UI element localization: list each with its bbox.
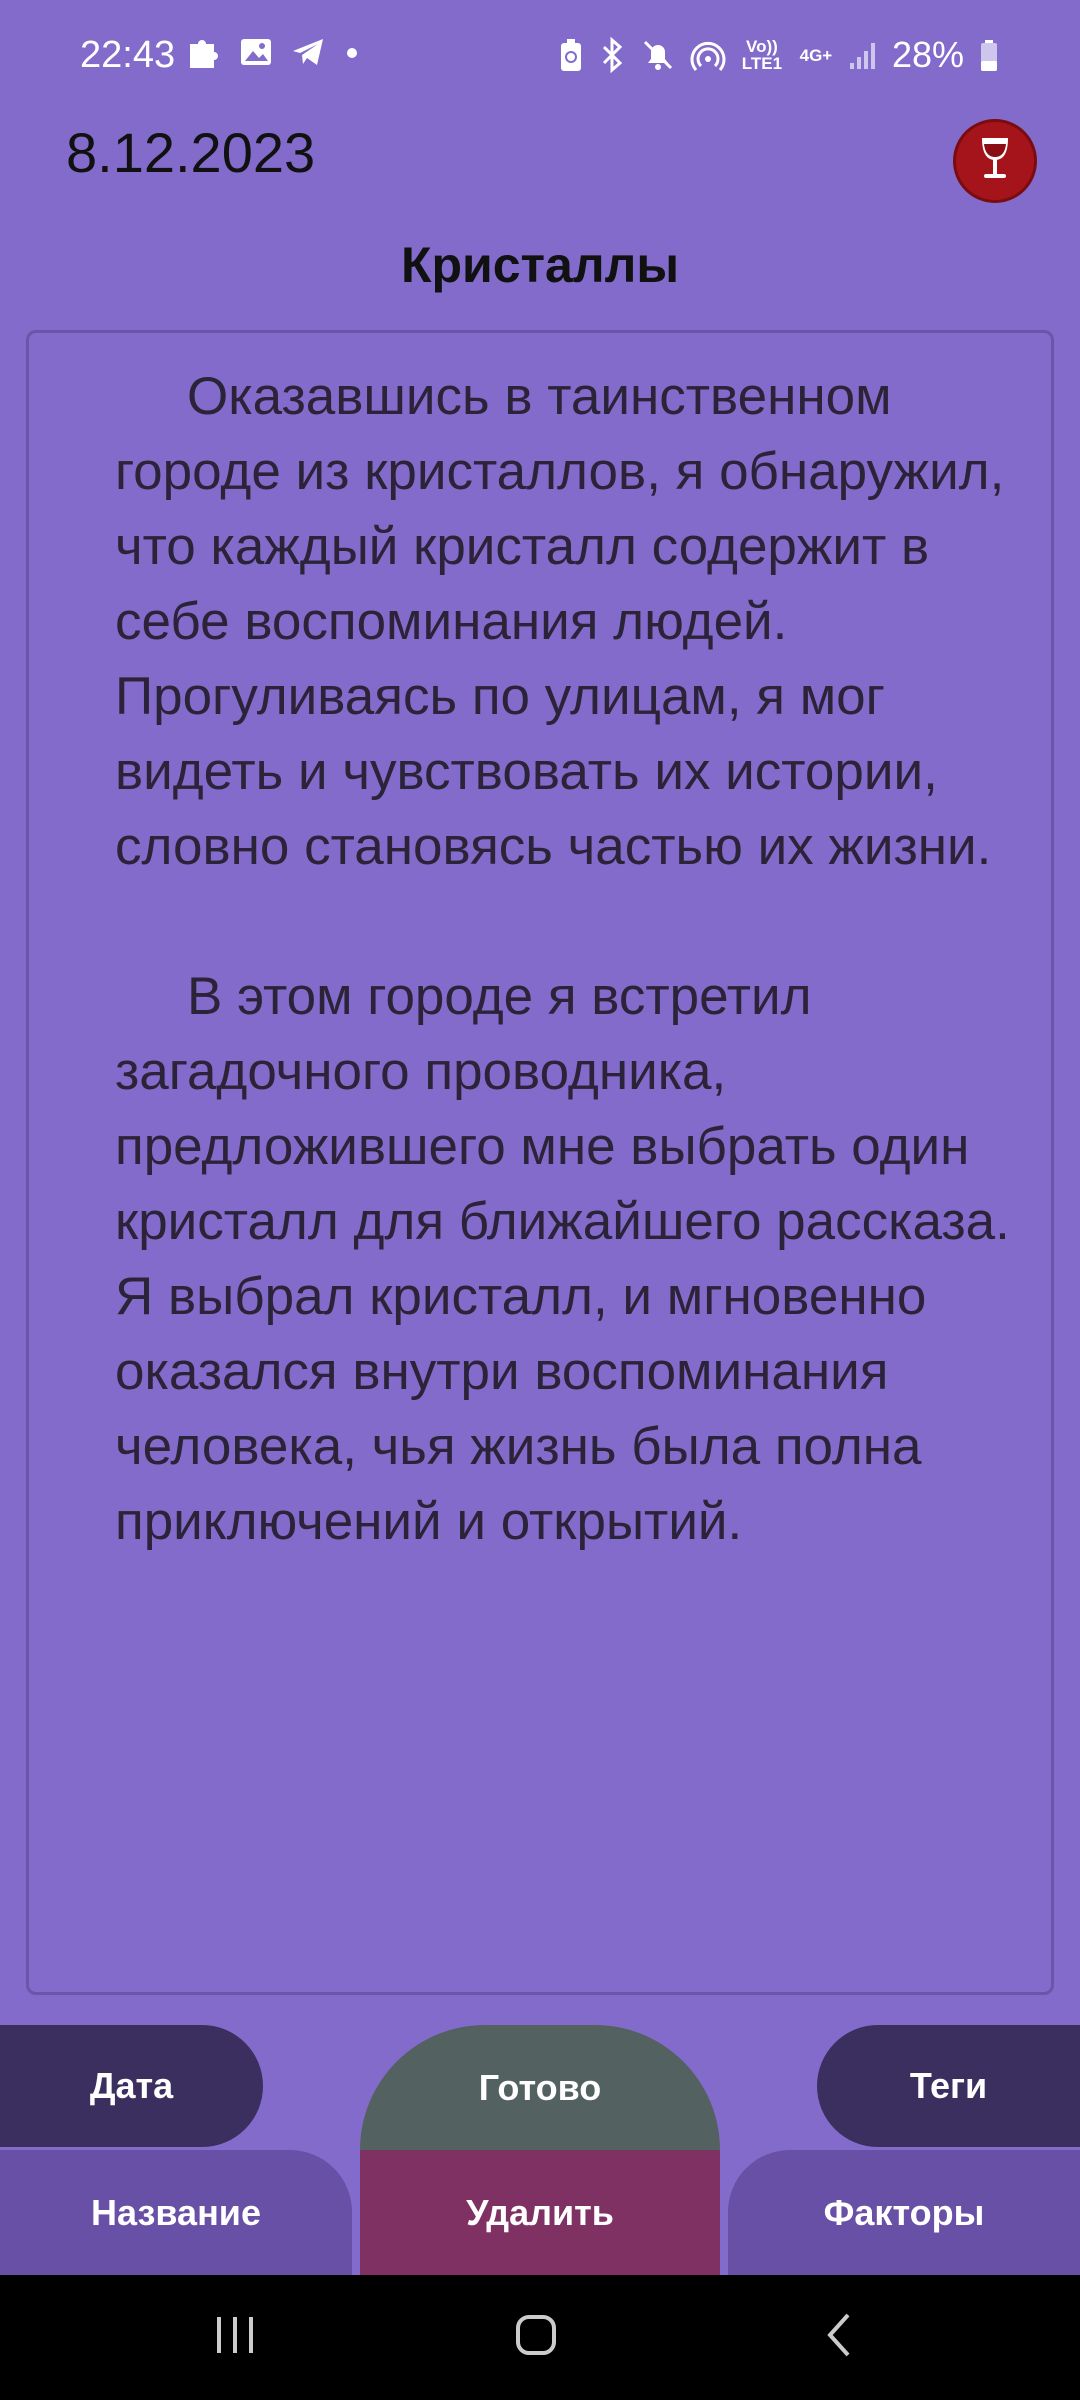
entry-paragraph: Оказавшись в таинственном городе из крис… (115, 367, 1005, 876)
wine-glass-icon (968, 132, 1022, 191)
entry-paragraph: В этом городе я встретил загадочного про… (115, 967, 1010, 1551)
puzzle-icon (186, 34, 222, 70)
back-icon (820, 2310, 860, 2365)
system-navigation-bar (0, 2275, 1080, 2400)
hotspot-icon (690, 37, 726, 73)
home-button[interactable] (496, 2305, 576, 2369)
bluetooth-icon (598, 36, 626, 74)
entry-text-editor[interactable]: Оказавшись в таинственном городе из крис… (26, 330, 1054, 1995)
battery-icon (978, 37, 1000, 73)
name-button[interactable]: Название (0, 2150, 352, 2275)
dot-icon (342, 34, 362, 70)
factors-button[interactable]: Факторы (728, 2150, 1080, 2275)
status-bar: 22:43 Vo)) LTE1 4G+ 28% (0, 0, 1080, 110)
status-time: 22:43 (80, 34, 176, 76)
recent-apps-button[interactable] (195, 2305, 275, 2369)
signal-icon (848, 37, 878, 73)
network-indicator: 4G+ (799, 45, 833, 65)
battery-saver-icon (558, 37, 584, 73)
system-icons: Vo)) LTE1 4G+ 28% (558, 34, 1000, 76)
wine-button[interactable] (953, 119, 1037, 203)
home-icon (514, 2313, 558, 2362)
tags-button[interactable]: Теги (817, 2025, 1080, 2147)
image-icon (238, 34, 274, 70)
entry-title: Кристаллы (400, 237, 680, 293)
entry-text[interactable]: Оказавшись в таинственном городе из крис… (115, 359, 1035, 1559)
done-button[interactable]: Готово (360, 2025, 720, 2150)
recent-apps-icon (211, 2313, 259, 2362)
mute-icon (640, 37, 676, 73)
volte-indicator: Vo)) LTE1 (741, 37, 783, 73)
back-button[interactable] (800, 2305, 880, 2369)
delete-button[interactable]: Удалить (360, 2150, 720, 2275)
entry-date: 8.12.2023 (66, 121, 316, 184)
notification-icons (186, 34, 362, 70)
date-button[interactable]: Дата (0, 2025, 263, 2147)
battery-percent: 28% (891, 34, 964, 75)
telegram-icon (290, 34, 326, 70)
